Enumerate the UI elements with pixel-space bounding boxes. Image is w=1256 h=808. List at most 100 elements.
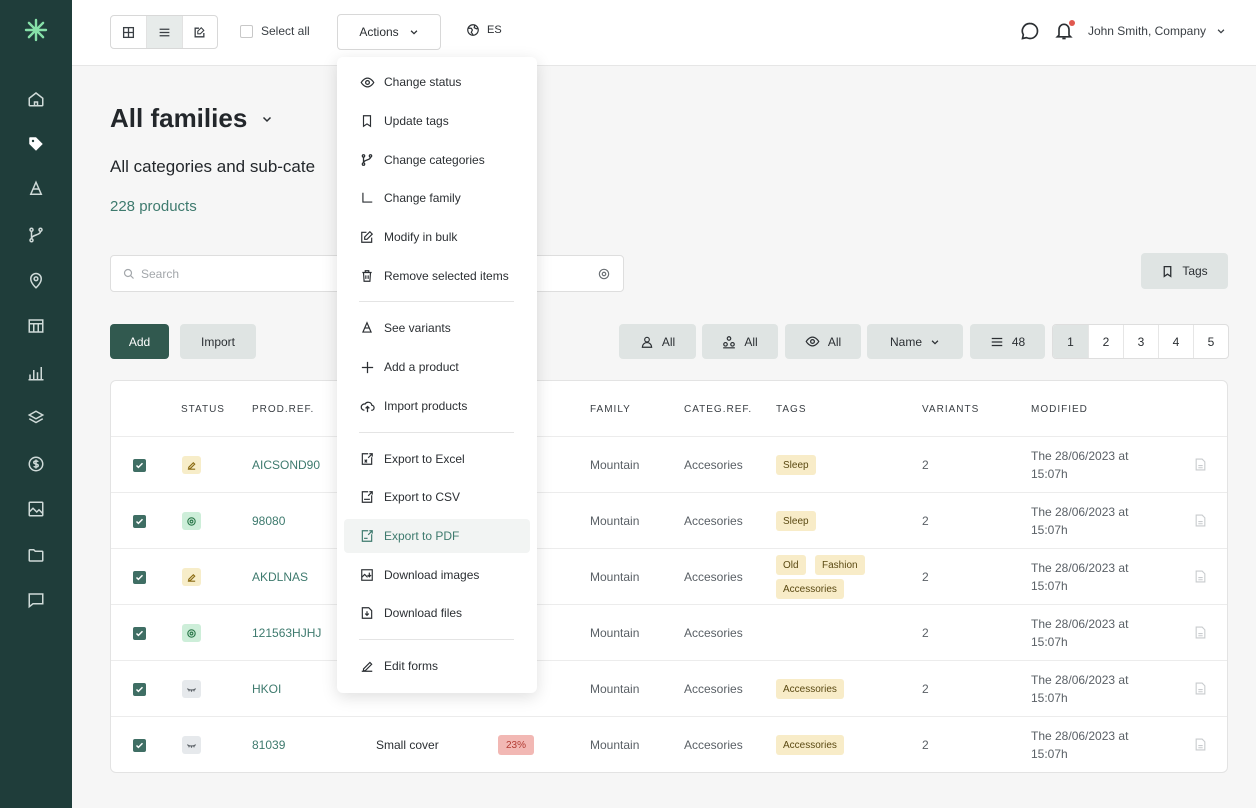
column-family[interactable]: FAMILY: [590, 404, 631, 415]
menu-item-import-products[interactable]: Import products: [344, 389, 530, 423]
select-all-checkbox[interactable]: Select all: [240, 24, 310, 38]
currency-icon[interactable]: [26, 454, 46, 474]
column-status[interactable]: STATUS: [181, 404, 225, 415]
document-icon[interactable]: [1195, 738, 1206, 751]
row-checkbox[interactable]: [133, 627, 146, 640]
variants-icon: [359, 320, 375, 336]
tag-badge: Sleep: [776, 511, 816, 531]
per-page-selector[interactable]: 48: [970, 324, 1045, 359]
menu-item-edit-forms[interactable]: Edit forms: [344, 649, 530, 683]
document-icon[interactable]: [1195, 570, 1206, 583]
table-row[interactable]: AICSOND90 Mountain Accesories Sleep 2 Th…: [111, 437, 1227, 493]
document-icon[interactable]: [1195, 682, 1206, 695]
status-hidden-icon[interactable]: [182, 680, 201, 698]
product-ref-link[interactable]: AKDLNAS: [252, 570, 308, 584]
menu-item-change-categories[interactable]: Change categories: [344, 143, 530, 177]
messages-icon[interactable]: [1020, 21, 1040, 41]
chat-icon[interactable]: [26, 590, 46, 610]
chevron-down-icon: [410, 30, 418, 35]
group-icon: [723, 335, 736, 348]
page-2-button[interactable]: 2: [1088, 325, 1123, 358]
page-4-button[interactable]: 4: [1158, 325, 1193, 358]
bar-chart-icon[interactable]: [26, 363, 46, 383]
notifications-icon[interactable]: [1054, 20, 1075, 41]
status-visible-icon[interactable]: [182, 624, 201, 642]
family-cell: Mountain: [590, 570, 640, 584]
product-ref-link[interactable]: HKOI: [252, 682, 281, 696]
branch-icon[interactable]: [26, 225, 46, 245]
menu-item-change-family[interactable]: Change family: [344, 181, 530, 215]
product-ref-link[interactable]: 81039: [252, 738, 285, 752]
table-row[interactable]: 98080 Mountain Accesories Sleep 2 The 28…: [111, 493, 1227, 549]
group-filter[interactable]: All: [702, 324, 778, 359]
layers-icon[interactable]: [26, 408, 46, 428]
menu-item-change-status[interactable]: Change status: [344, 65, 530, 99]
table-row[interactable]: HKOI Mountain Accesories Accessories 2 T…: [111, 661, 1227, 717]
menu-item-export-csv[interactable]: Export to CSV: [344, 480, 530, 514]
edit-view-button[interactable]: [181, 16, 217, 48]
document-icon[interactable]: [1195, 626, 1206, 639]
sort-dropdown[interactable]: Name: [867, 324, 963, 359]
product-ref-link[interactable]: 121563HJHJ: [252, 626, 321, 640]
page-3-button[interactable]: 3: [1123, 325, 1158, 358]
list-view-button[interactable]: [146, 16, 182, 48]
store-icon[interactable]: [26, 316, 46, 336]
menu-item-see-variants[interactable]: See variants: [344, 311, 530, 345]
table-row[interactable]: AKDLNAS Mountain Accesories Old Fashion …: [111, 549, 1227, 605]
branch-icon: [359, 152, 375, 168]
row-checkbox[interactable]: [133, 515, 146, 528]
checkbox[interactable]: [240, 24, 253, 38]
column-tags[interactable]: TAGS: [776, 404, 806, 415]
search-icon: [123, 268, 134, 279]
image-icon[interactable]: [26, 499, 46, 519]
row-checkbox[interactable]: [133, 459, 146, 472]
search-settings-icon[interactable]: [597, 267, 611, 281]
menu-item-modify-in-bulk[interactable]: Modify in bulk: [344, 220, 530, 254]
menu-item-download-images[interactable]: Download images: [344, 558, 530, 592]
visibility-filter[interactable]: All: [785, 324, 861, 359]
menu-item-update-tags[interactable]: Update tags: [344, 104, 530, 138]
grid-view-button[interactable]: [111, 16, 146, 48]
status-edit-icon[interactable]: [182, 456, 201, 474]
language-selector[interactable]: ES: [466, 23, 502, 37]
row-checkbox[interactable]: [133, 739, 146, 752]
column-prod-ref[interactable]: PROD.REF.: [252, 404, 314, 415]
user-menu[interactable]: John Smith, Company: [1088, 24, 1226, 38]
list-icon: [991, 337, 1003, 346]
menu-item-export-pdf[interactable]: Export to PDF: [344, 519, 530, 553]
tag-icon[interactable]: [26, 134, 46, 154]
document-icon[interactable]: [1195, 458, 1206, 471]
actions-dropdown-button[interactable]: Actions: [337, 14, 441, 50]
status-visible-icon[interactable]: [182, 512, 201, 530]
tags-button[interactable]: Tags: [1141, 253, 1228, 289]
table-row[interactable]: 121563HJHJ Mountain Accesories 2 The 28/…: [111, 605, 1227, 661]
menu-item-remove-selected[interactable]: Remove selected items: [344, 259, 530, 293]
menu-divider: [359, 301, 514, 302]
column-modified[interactable]: MODIFIED: [1031, 404, 1088, 415]
menu-item-add-product[interactable]: Add a product: [344, 350, 530, 384]
menu-item-export-excel[interactable]: Export to Excel: [344, 442, 530, 476]
product-ref-link[interactable]: AICSOND90: [252, 458, 320, 472]
add-button[interactable]: Add: [110, 324, 169, 359]
home-icon[interactable]: [26, 89, 46, 109]
logo-icon[interactable]: [24, 18, 48, 42]
user-filter[interactable]: All: [619, 324, 696, 359]
column-categ-ref[interactable]: CATEG.REF.: [684, 404, 752, 415]
family-selector[interactable]: All families: [110, 103, 273, 134]
product-ref-link[interactable]: 98080: [252, 514, 285, 528]
row-checkbox[interactable]: [133, 683, 146, 696]
top-right-group: John Smith, Company: [1020, 20, 1226, 41]
page-5-button[interactable]: 5: [1193, 325, 1228, 358]
import-button[interactable]: Import: [180, 324, 256, 359]
menu-item-download-files[interactable]: Download files: [344, 596, 530, 630]
column-variants[interactable]: VARIANTS: [922, 404, 979, 415]
table-row[interactable]: 81039 Small cover 23% Mountain Accesorie…: [111, 717, 1227, 772]
status-hidden-icon[interactable]: [182, 736, 201, 754]
folder-icon[interactable]: [26, 545, 46, 565]
variants-icon[interactable]: [26, 179, 46, 199]
status-edit-icon[interactable]: [182, 568, 201, 586]
row-checkbox[interactable]: [133, 571, 146, 584]
location-icon[interactable]: [26, 271, 46, 291]
document-icon[interactable]: [1195, 514, 1206, 527]
page-1-button[interactable]: 1: [1053, 325, 1088, 358]
